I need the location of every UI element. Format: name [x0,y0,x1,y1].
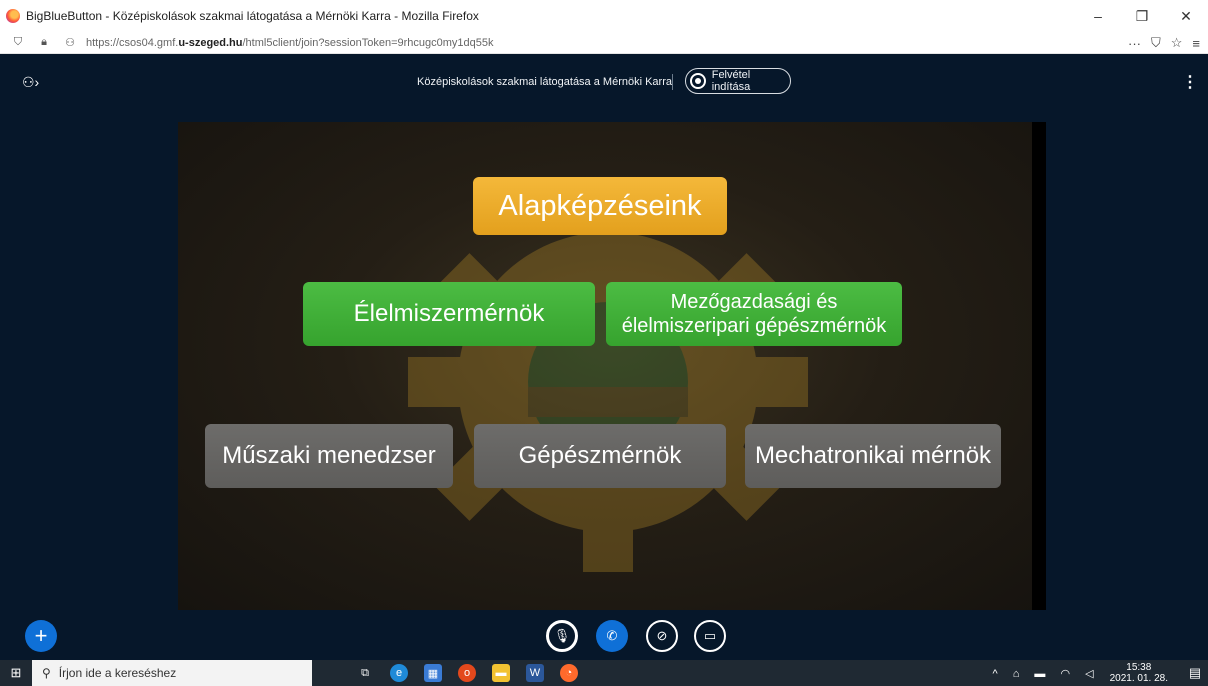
url-suffix: /html5client/join?sessionToken=9rhcugc0m… [242,36,494,49]
bookmark-star-icon[interactable]: ☆ [1171,35,1183,51]
taskbar-apps: ⧉ e ▦ o ▬ W ◔ [356,664,578,682]
presentation-slide: Alapképzéseink Élelmiszermérnök Mezőgazd… [178,122,1046,610]
restore-button[interactable]: ❐ [1120,0,1164,32]
options-menu-icon[interactable]: ⋮ [1182,72,1198,92]
word-icon[interactable]: W [526,664,544,682]
address-bar: ⛉ 🔒︎ ⚇ https://csos04.gmf.u-szeged.hu/ht… [0,32,1208,54]
bbb-app: ⚇› Középiskolások szakmai látogatása a M… [0,54,1208,660]
task-view-icon[interactable]: ⧉ [356,664,374,682]
search-placeholder: Írjon ide a kereséshez [58,666,177,680]
top-nav: ⚇› Középiskolások szakmai látogatása a M… [0,54,1208,110]
browser-title-bar: BigBlueButton - Középiskolások szakmai l… [0,0,1208,32]
store-icon[interactable]: ▦ [424,664,442,682]
start-recording-button[interactable]: Felvétel indítása [685,68,791,94]
record-label: Felvétel indítása [711,69,751,93]
more-icon[interactable]: ··· [1128,36,1141,51]
program-box-engineering-manager: Műszaki menedzser [205,424,453,488]
taskbar-clock[interactable]: 15:38 2021. 01. 28. [1110,662,1168,684]
pocket-icon[interactable]: ⛉ [1151,35,1161,51]
url-prefix: https://csos04.gmf. [86,36,179,49]
program-box-mechatronics-engineer: Mechatronikai mérnök [745,424,1001,488]
actions-button[interactable]: + [25,620,57,652]
slide-title-box: Alapképzéseink [473,177,727,235]
lock-icon[interactable]: 🔒︎ [36,35,52,51]
camera-off-icon[interactable]: ⊘ [646,620,678,652]
taskbar-search-input[interactable]: ⚲ Írjon ide a kereséshez [32,660,312,686]
tray-icons[interactable]: ^ ⌂ ▬ ◠ ◁ [993,667,1100,680]
program-box-mechanical-engineer: Gépészmérnök [474,424,726,488]
slide-edge-strip [1032,122,1046,610]
url-domain: u-szeged.hu [178,36,243,49]
windows-start-icon[interactable]: ⊞ [0,660,32,686]
windows-taskbar: ⊞ ⚲ Írjon ide a kereséshez ⧉ e ▦ o ▬ W ◔… [0,660,1208,686]
title-divider [672,74,673,90]
edge-icon[interactable]: e [390,664,408,682]
screen-share-off-icon[interactable]: ▭ [694,620,726,652]
record-icon [690,73,706,89]
window-controls: – ❐ ✕ [1076,0,1208,32]
meeting-title: Középiskolások szakmai látogatása a Mérn… [417,76,672,88]
menu-icon[interactable]: ≡ [1192,36,1200,51]
phone-icon[interactable]: ✆ [596,620,628,652]
office-icon[interactable]: o [458,664,476,682]
system-tray: ^ ⌂ ▬ ◠ ◁ 15:38 2021. 01. 28. ▤ [993,660,1208,686]
program-box-food-engineer: Élelmiszermérnök [303,282,595,346]
address-bar-actions: ··· ⛉ ☆ ≡ [1128,32,1200,54]
muted-mic-icon[interactable]: 🎙︎ [546,620,578,652]
minimize-button[interactable]: – [1076,0,1120,32]
program-box-agricultural-engineer: Mezőgazdasági és élelmiszeripari gépészm… [606,282,902,346]
search-icon: ⚲ [42,666,51,680]
firefox-taskbar-icon[interactable]: ◔ [560,664,578,682]
clock-date: 2021. 01. 28. [1109,673,1168,684]
clock-time: 15:38 [1126,662,1152,673]
url-field[interactable]: https://csos04.gmf.u-szeged.hu/html5clie… [86,37,494,49]
shield-icon[interactable]: ⛉ [10,35,26,51]
firefox-logo-icon [6,9,20,23]
close-button[interactable]: ✕ [1164,0,1208,32]
window-title: BigBlueButton - Középiskolások szakmai l… [26,9,479,23]
notification-icon[interactable]: ▤ [1182,660,1208,686]
file-explorer-icon[interactable]: ▬ [492,664,510,682]
permissions-icon[interactable]: ⚇ [62,35,78,51]
